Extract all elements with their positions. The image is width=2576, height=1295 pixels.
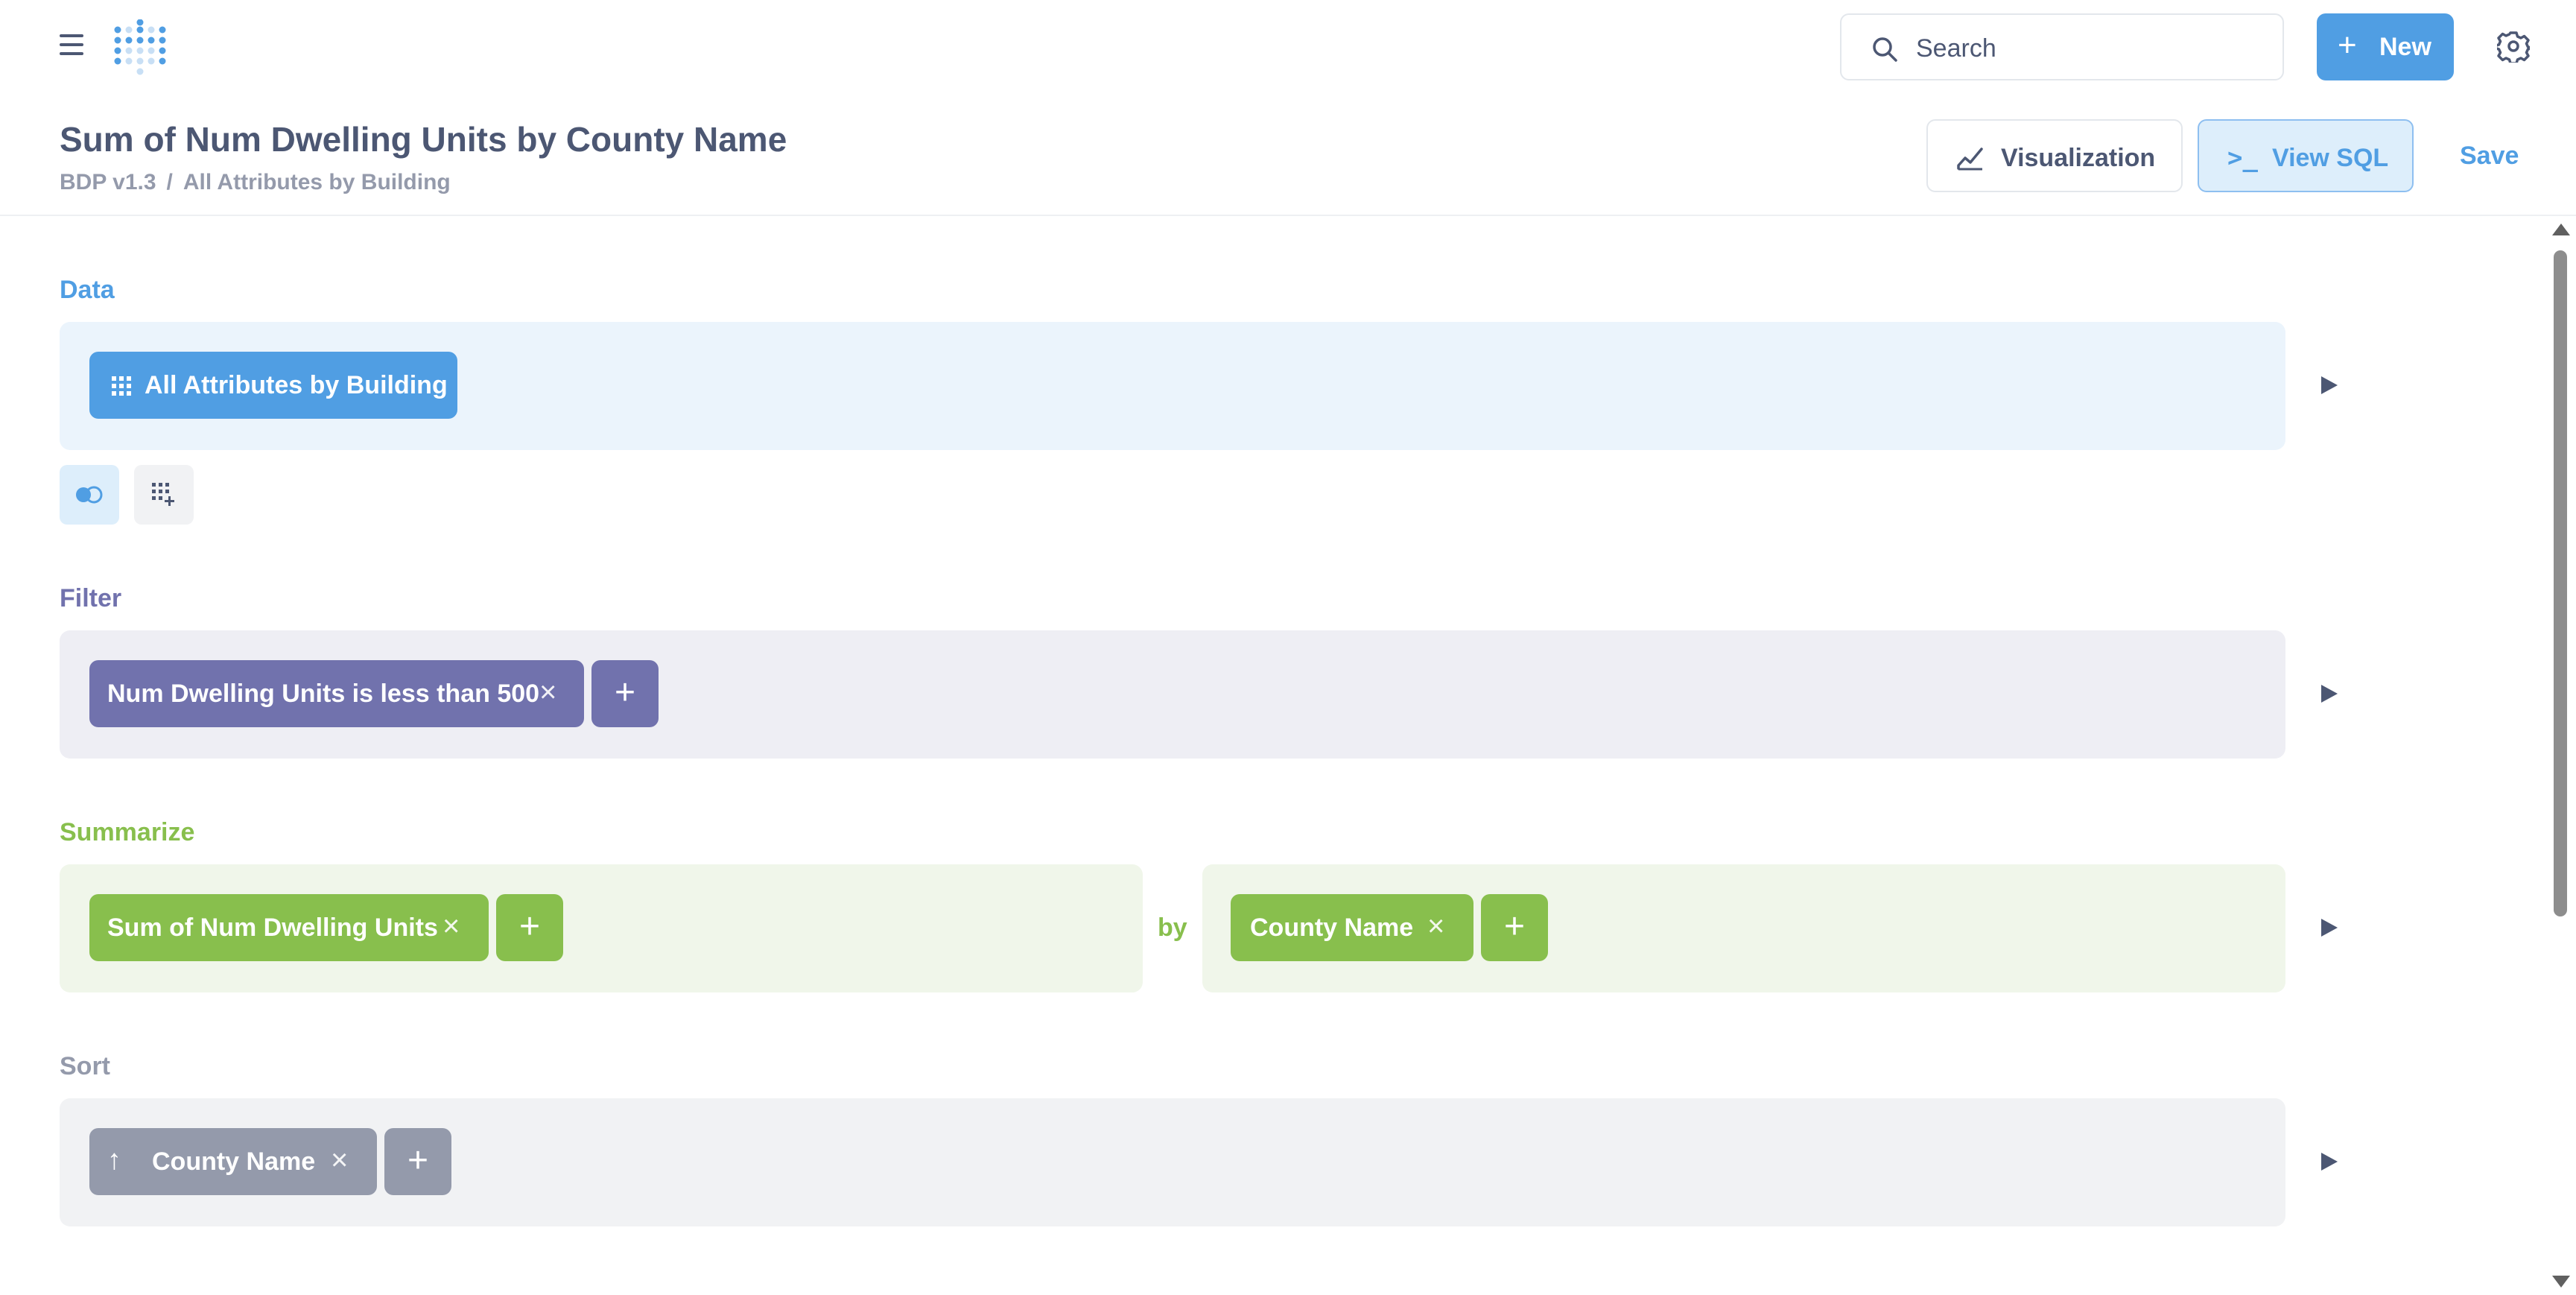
- arrow-up-icon: ↑: [107, 1144, 121, 1176]
- metric-pill-label: Sum of Num Dwelling Units: [107, 914, 438, 942]
- metabase-logo-icon[interactable]: [113, 19, 167, 76]
- sort-pill[interactable]: ↑ County Name ×: [89, 1128, 377, 1195]
- new-button-label: New: [2379, 33, 2431, 61]
- header-divider: [0, 215, 2576, 216]
- sort-section-label: Sort: [60, 1052, 110, 1080]
- data-preview-arrow-icon[interactable]: [2321, 376, 2338, 394]
- join-data-button[interactable]: [60, 465, 119, 525]
- top-navigation-bar: Search + New: [0, 0, 2576, 97]
- view-sql-label: View SQL: [2272, 144, 2389, 172]
- filter-pill[interactable]: Num Dwelling Units is less than 500 ×: [89, 660, 584, 727]
- page-title[interactable]: Sum of Num Dwelling Units by County Name: [60, 119, 787, 159]
- search-placeholder: Search: [1916, 34, 1996, 63]
- data-source-name: All Attributes by Building: [145, 371, 448, 399]
- search-input[interactable]: Search: [1840, 13, 2284, 80]
- close-icon[interactable]: ×: [442, 910, 460, 943]
- scroll-down-arrow-icon[interactable]: [2552, 1276, 2570, 1288]
- sort-pill-label: County Name: [152, 1147, 316, 1176]
- breadcrumb-table[interactable]: All Attributes by Building: [183, 170, 451, 194]
- filter-preview-arrow-icon[interactable]: [2321, 685, 2338, 703]
- add-breakout-button[interactable]: +: [1481, 894, 1548, 961]
- hamburger-menu-icon[interactable]: [60, 34, 83, 55]
- new-button[interactable]: + New: [2317, 13, 2454, 80]
- table-grid-icon: [112, 376, 131, 396]
- save-button[interactable]: Save: [2460, 142, 2519, 171]
- data-section-label: Data: [60, 276, 115, 304]
- sort-preview-arrow-icon[interactable]: [2321, 1153, 2338, 1171]
- plus-icon: +: [2338, 27, 2357, 63]
- data-source-pill[interactable]: All Attributes by Building: [89, 352, 457, 419]
- breakout-pill-label: County Name: [1250, 914, 1414, 942]
- scroll-up-arrow-icon[interactable]: [2552, 224, 2570, 235]
- breadcrumb: BDP v1.3 / All Attributes by Building: [60, 170, 451, 195]
- close-icon[interactable]: ×: [331, 1144, 348, 1177]
- custom-column-button[interactable]: [134, 465, 194, 525]
- close-icon[interactable]: ×: [1427, 910, 1444, 943]
- line-chart-icon: [1957, 148, 1983, 171]
- terminal-icon: >_: [2227, 143, 2258, 173]
- visualization-label: Visualization: [2001, 144, 2156, 172]
- add-sort-button[interactable]: +: [384, 1128, 451, 1195]
- visualization-button[interactable]: Visualization: [1926, 119, 2183, 192]
- join-icon: [76, 486, 103, 504]
- add-filter-button[interactable]: +: [591, 660, 659, 727]
- filter-section-label: Filter: [60, 584, 122, 612]
- add-metric-button[interactable]: +: [496, 894, 563, 961]
- close-icon[interactable]: ×: [539, 676, 556, 709]
- add-column-icon: [152, 483, 174, 506]
- breakout-pill[interactable]: County Name ×: [1231, 894, 1473, 961]
- breadcrumb-database[interactable]: BDP v1.3: [60, 170, 156, 194]
- summarize-section-label: Summarize: [60, 818, 195, 846]
- view-sql-button[interactable]: >_ View SQL: [2198, 119, 2414, 192]
- search-icon: [1873, 37, 1897, 62]
- summarize-preview-arrow-icon[interactable]: [2321, 919, 2338, 937]
- metric-pill[interactable]: Sum of Num Dwelling Units ×: [89, 894, 489, 961]
- scrollbar-thumb[interactable]: [2554, 250, 2567, 916]
- filter-pill-label: Num Dwelling Units is less than 500: [107, 680, 540, 708]
- by-label: by: [1158, 914, 1187, 942]
- gear-icon[interactable]: [2497, 30, 2530, 63]
- breadcrumb-separator: /: [166, 170, 173, 194]
